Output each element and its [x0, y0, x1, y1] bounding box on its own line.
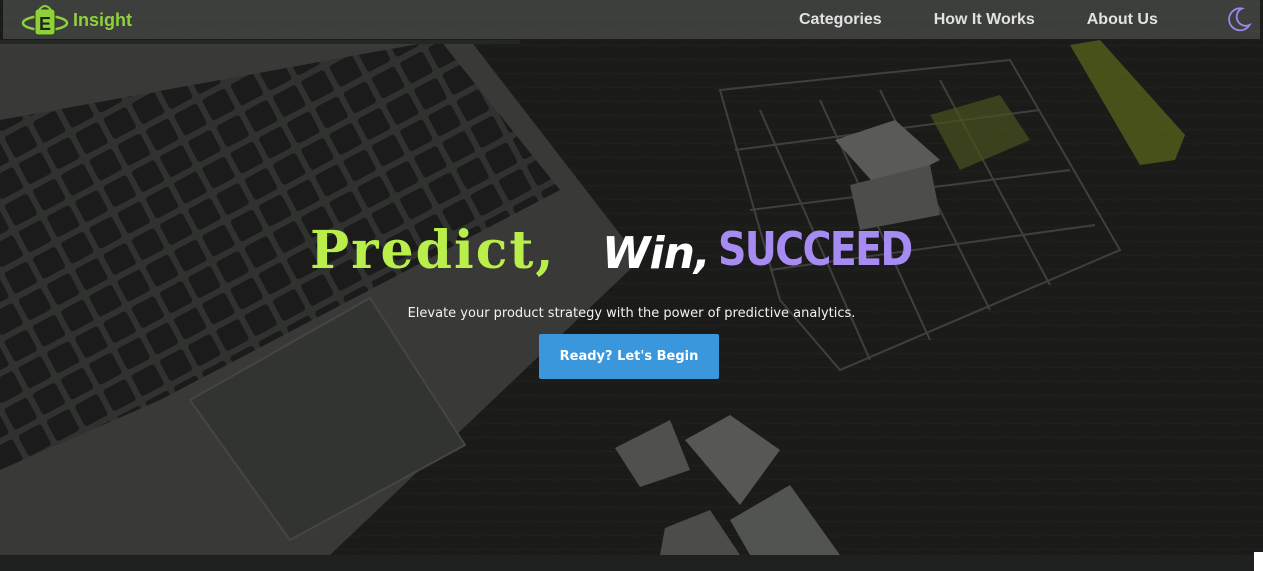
hero-tagline: Elevate your product strategy with the p… [407, 306, 856, 321]
edge-marker [1254, 552, 1263, 571]
nav-links: Categories How It Works About Us [799, 0, 1158, 39]
headline-predict: Predict, [310, 220, 556, 281]
page-bottom-strip [0, 555, 1263, 571]
headline-win: Win, [602, 228, 711, 279]
headline-succeed: SUCCEED [718, 222, 913, 276]
logo-letter: E [39, 14, 51, 34]
logo-icon: E [21, 5, 69, 36]
moon-icon[interactable] [1226, 6, 1252, 32]
get-started-button[interactable]: Ready? Let's Begin [539, 334, 719, 379]
brand-name: Insight [73, 9, 132, 30]
nav-link-categories[interactable]: Categories [799, 11, 882, 29]
top-navbar: E Insight Categories How It Works About … [3, 0, 1260, 39]
hero-headline: Predict, Win, SUCCEED [0, 218, 1263, 282]
nav-link-how-it-works[interactable]: How It Works [934, 11, 1035, 29]
brand-logo[interactable]: E Insight [21, 2, 132, 38]
hero-section: Predict, Win, SUCCEED Elevate your produ… [0, 0, 1263, 555]
nav-link-about-us[interactable]: About Us [1087, 11, 1158, 29]
